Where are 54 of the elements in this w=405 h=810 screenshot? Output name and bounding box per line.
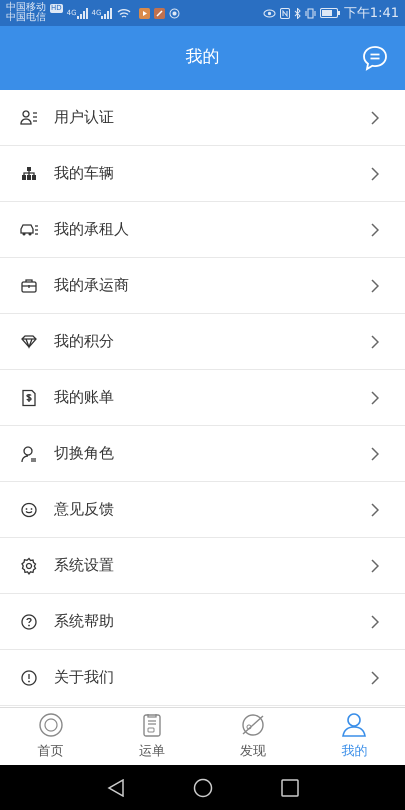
menu-item[interactable]: 意见反馈 xyxy=(0,482,405,538)
sitemap-icon xyxy=(20,164,38,182)
briefcase-icon xyxy=(20,276,38,294)
menu-item[interactable]: 我的承租人 xyxy=(0,202,405,258)
chevron-icon xyxy=(371,222,379,236)
signal-icon xyxy=(101,8,114,18)
eye-icon xyxy=(262,8,276,18)
bluetooth-icon xyxy=(294,8,301,18)
user-switch-icon xyxy=(20,444,38,462)
info-icon xyxy=(20,668,38,686)
signal-icon xyxy=(76,8,89,18)
chevron-icon xyxy=(371,502,379,516)
tab[interactable]: 运单 xyxy=(101,708,202,765)
chevron-icon xyxy=(371,110,379,124)
diamond-icon xyxy=(20,332,38,350)
chevron-icon xyxy=(371,614,379,628)
tab[interactable]: 首页 xyxy=(0,708,102,765)
settings-icon xyxy=(20,556,38,574)
carrier-name: 中国电信 xyxy=(6,13,46,23)
nfc-icon xyxy=(280,8,290,18)
app-icon xyxy=(154,8,166,18)
app-icon xyxy=(139,8,150,18)
menu-item[interactable]: 系统设置 xyxy=(0,538,405,594)
tab[interactable]: 发现 xyxy=(202,708,304,765)
chevron-icon xyxy=(371,670,379,684)
message-icon[interactable] xyxy=(362,45,388,71)
vibrate-icon xyxy=(304,8,316,18)
chevron-icon xyxy=(371,446,379,460)
menu-item[interactable]: 我的车辆 xyxy=(0,146,405,202)
back-icon[interactable] xyxy=(106,778,124,796)
menu-item[interactable]: 我的积分 xyxy=(0,314,405,370)
user-list-icon xyxy=(20,108,38,126)
smile-icon xyxy=(20,500,38,518)
menu-item[interactable]: 切换角色 xyxy=(0,426,405,482)
chevron-icon xyxy=(371,278,379,292)
menu-item[interactable]: 我的账单 xyxy=(0,370,405,426)
chevron-icon xyxy=(371,390,379,404)
chevron-icon xyxy=(371,166,379,180)
carrier-name: 中国移动 xyxy=(6,3,46,13)
clock-time: 下午1:41 xyxy=(344,6,399,20)
wifi-icon xyxy=(117,8,132,18)
menu-item[interactable]: 系统帮助 xyxy=(0,594,405,650)
user-icon xyxy=(341,712,368,738)
menu-item[interactable]: 我的承运商 xyxy=(0,258,405,314)
recents-icon[interactable] xyxy=(280,778,298,796)
chevron-icon xyxy=(371,558,379,572)
chevron-icon xyxy=(371,334,379,348)
menu-item[interactable]: 用户认证 xyxy=(0,90,405,146)
page-title: 我的 xyxy=(186,46,220,70)
menu-item[interactable]: 关于我们 xyxy=(0,650,405,706)
home-icon[interactable] xyxy=(192,778,212,798)
bill-icon xyxy=(20,388,38,406)
battery-icon xyxy=(320,8,340,18)
help-icon xyxy=(20,612,38,630)
